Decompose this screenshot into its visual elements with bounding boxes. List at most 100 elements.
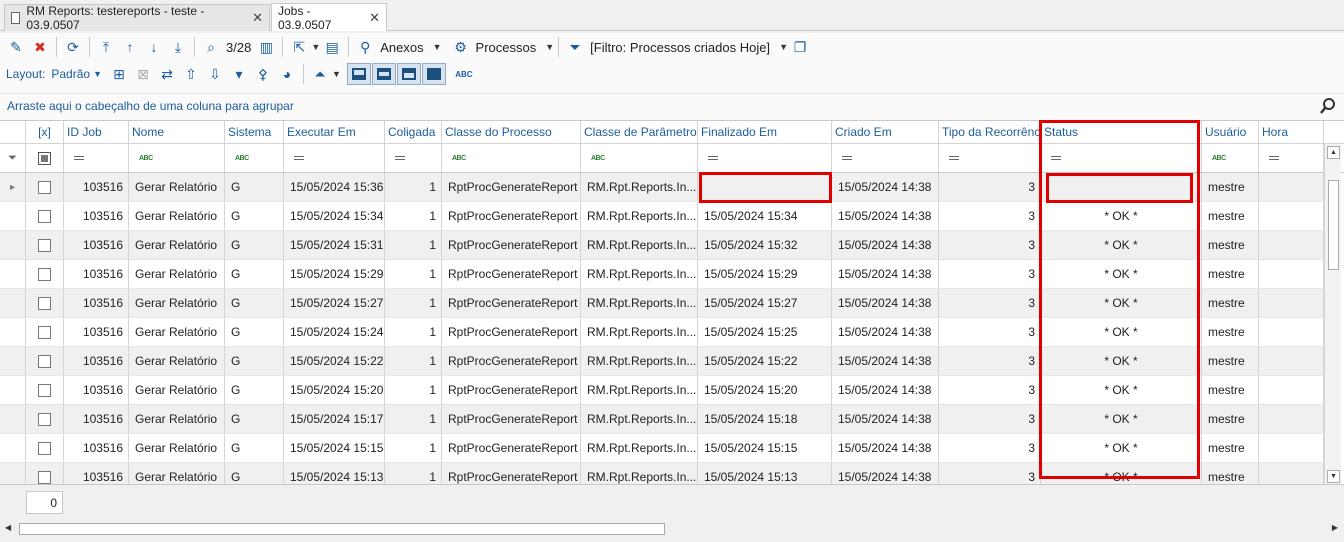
column-header-hora[interactable]: Hora xyxy=(1259,121,1324,143)
chevron-down-icon[interactable]: ▼ xyxy=(93,69,102,79)
refresh-icon[interactable]: ⟳ xyxy=(62,36,84,58)
column-header-status[interactable]: Status xyxy=(1041,121,1202,143)
column-header-coligada[interactable]: Coligada xyxy=(385,121,442,143)
checkbox[interactable] xyxy=(38,441,51,455)
layout-full-icon[interactable] xyxy=(421,63,446,85)
table-row[interactable]: 103516 Gerar Relatório G 15/05/2024 15:31 1 R… xyxy=(0,231,1324,260)
anexos-menu[interactable]: Anexos xyxy=(380,40,423,55)
horizontal-scrollbar[interactable]: ◀ ▶ xyxy=(0,520,1344,538)
export-icon[interactable]: ⇱ xyxy=(288,36,310,58)
row-select-checkbox[interactable] xyxy=(26,347,64,375)
pin-icon[interactable]: ⚴ xyxy=(252,63,274,85)
chevron-down-icon[interactable]: ▼ xyxy=(311,42,320,52)
column-header-classe-parametros[interactable]: Classe de Parâmetros xyxy=(581,121,698,143)
table-row[interactable]: 103516 Gerar Relatório G 15/05/2024 15:15 1 R… xyxy=(0,434,1324,463)
table-row[interactable]: 103516 Gerar Relatório G 15/05/2024 15:27 1 R… xyxy=(0,289,1324,318)
rename-layout-icon[interactable]: ⇄ xyxy=(156,63,178,85)
search-icon[interactable] xyxy=(1320,97,1336,115)
column-header-sistema[interactable]: Sistema xyxy=(225,121,284,143)
filter-selector[interactable]: [Filtro: Processos criados Hoje] xyxy=(590,40,770,55)
filter-equals-icon[interactable] xyxy=(698,144,832,172)
scroll-thumb[interactable] xyxy=(1328,180,1339,270)
color-icon[interactable]: ◕ xyxy=(276,63,298,85)
filter-equals-icon[interactable] xyxy=(939,144,1041,172)
scroll-left-icon[interactable]: ◀ xyxy=(5,523,11,532)
layout-top-panel-icon[interactable] xyxy=(396,63,421,85)
last-record-icon[interactable]: ⤓ xyxy=(167,36,189,58)
scroll-right-icon[interactable]: ▶ xyxy=(1332,523,1338,532)
column-header-criado-em[interactable]: Criado Em xyxy=(832,121,939,143)
checkbox[interactable] xyxy=(38,412,51,426)
layout-selector[interactable]: Padrão xyxy=(51,67,90,81)
filter-equals-icon[interactable] xyxy=(1041,144,1202,172)
checkbox[interactable] xyxy=(38,180,51,194)
upload-layout-icon[interactable]: ⇧ xyxy=(180,63,202,85)
layout-split-horizontal-icon[interactable] xyxy=(371,63,396,85)
filter-equals-icon[interactable] xyxy=(284,144,385,172)
book-icon[interactable]: ❐ xyxy=(789,36,811,58)
search-icon[interactable]: ⌕ xyxy=(200,36,222,58)
table-row[interactable]: ▸ 103516 Gerar Relatório G 15/05/2024 15:36 1… xyxy=(0,173,1324,202)
scroll-up-icon[interactable]: ▲ xyxy=(1327,146,1340,159)
checkbox[interactable] xyxy=(38,325,51,339)
column-header-select[interactable]: [x] xyxy=(26,121,64,143)
checkbox[interactable] xyxy=(38,470,51,484)
select-all-checkbox[interactable] xyxy=(26,144,64,172)
filter-text-icon[interactable]: ABC xyxy=(129,144,225,172)
column-header-executar-em[interactable]: Executar Em xyxy=(284,121,385,143)
filter-text-icon[interactable]: ABC xyxy=(581,144,698,172)
previous-record-icon[interactable]: ↑ xyxy=(119,36,141,58)
column-header-usuario[interactable]: Usuário xyxy=(1202,121,1259,143)
row-select-checkbox[interactable] xyxy=(26,405,64,433)
row-select-checkbox[interactable] xyxy=(26,202,64,230)
split-view-icon[interactable]: ▥ xyxy=(255,36,277,58)
row-select-checkbox[interactable] xyxy=(26,231,64,259)
column-header-nome[interactable]: Nome xyxy=(129,121,225,143)
column-header-id-job[interactable]: ID Job xyxy=(64,121,129,143)
chevron-down-icon[interactable]: ▼ xyxy=(545,42,554,52)
group-by-area[interactable]: Arraste aqui o cabeçalho de uma coluna p… xyxy=(0,93,1344,120)
row-select-checkbox[interactable] xyxy=(26,318,64,346)
column-header-finalizado-em[interactable]: Finalizado Em xyxy=(698,121,832,143)
table-row[interactable]: 103516 Gerar Relatório G 15/05/2024 15:24 1 R… xyxy=(0,318,1324,347)
tab-rm-reports[interactable]: RM Reports: testereports - teste - 03.9.… xyxy=(4,4,270,32)
tab-jobs[interactable]: Jobs - 03.9.0507 ✕ xyxy=(271,3,387,32)
scroll-down-icon[interactable]: ▼ xyxy=(1327,470,1340,483)
row-select-checkbox[interactable] xyxy=(26,289,64,317)
checkbox[interactable] xyxy=(38,209,51,223)
filter-text-icon[interactable]: ABC xyxy=(1202,144,1259,172)
close-icon[interactable]: ✕ xyxy=(252,10,263,26)
filter-equals-icon[interactable] xyxy=(385,144,442,172)
table-row[interactable]: 103516 Gerar Relatório G 15/05/2024 15:22 1 R… xyxy=(0,347,1324,376)
checkbox[interactable] xyxy=(38,238,51,252)
add-layout-icon[interactable]: ⊞ xyxy=(108,63,130,85)
table-row[interactable]: 103516 Gerar Relatório G 15/05/2024 15:34 1 R… xyxy=(0,202,1324,231)
paint-icon[interactable]: ▾ xyxy=(228,63,250,85)
filter-equals-icon[interactable] xyxy=(64,144,129,172)
vertical-scrollbar[interactable]: ▲ ▼ xyxy=(1324,144,1341,484)
table-row[interactable]: 103516 Gerar Relatório G 15/05/2024 15:29 1 R… xyxy=(0,260,1324,289)
row-select-checkbox[interactable] xyxy=(26,376,64,404)
row-select-checkbox[interactable] xyxy=(26,463,64,484)
chevron-down-icon[interactable]: ▼ xyxy=(433,42,442,52)
report-icon[interactable]: ▤ xyxy=(321,36,343,58)
chart-icon[interactable]: ⏶ xyxy=(309,63,331,85)
chevron-down-icon[interactable]: ▼ xyxy=(779,42,788,52)
filter-text-icon[interactable]: ABC xyxy=(442,144,581,172)
close-icon[interactable]: ✕ xyxy=(369,10,380,26)
chevron-down-icon[interactable]: ▼ xyxy=(332,69,341,79)
filter-equals-icon[interactable] xyxy=(1259,144,1324,172)
filter-text-icon[interactable]: ABC xyxy=(225,144,284,172)
layout-bottom-panel-icon[interactable] xyxy=(346,63,371,85)
checkbox[interactable] xyxy=(38,267,51,281)
delete-icon[interactable]: ✖ xyxy=(29,36,51,58)
first-record-icon[interactable]: ⤒ xyxy=(95,36,117,58)
spellcheck-icon[interactable]: ABC xyxy=(453,63,475,85)
edit-icon[interactable]: ✎ xyxy=(5,36,27,58)
next-record-icon[interactable]: ↓ xyxy=(143,36,165,58)
processos-menu[interactable]: Processos xyxy=(476,40,537,55)
checkbox[interactable] xyxy=(38,296,51,310)
checkbox[interactable] xyxy=(38,354,51,368)
row-select-checkbox[interactable] xyxy=(26,173,64,201)
filter-equals-icon[interactable] xyxy=(832,144,939,172)
